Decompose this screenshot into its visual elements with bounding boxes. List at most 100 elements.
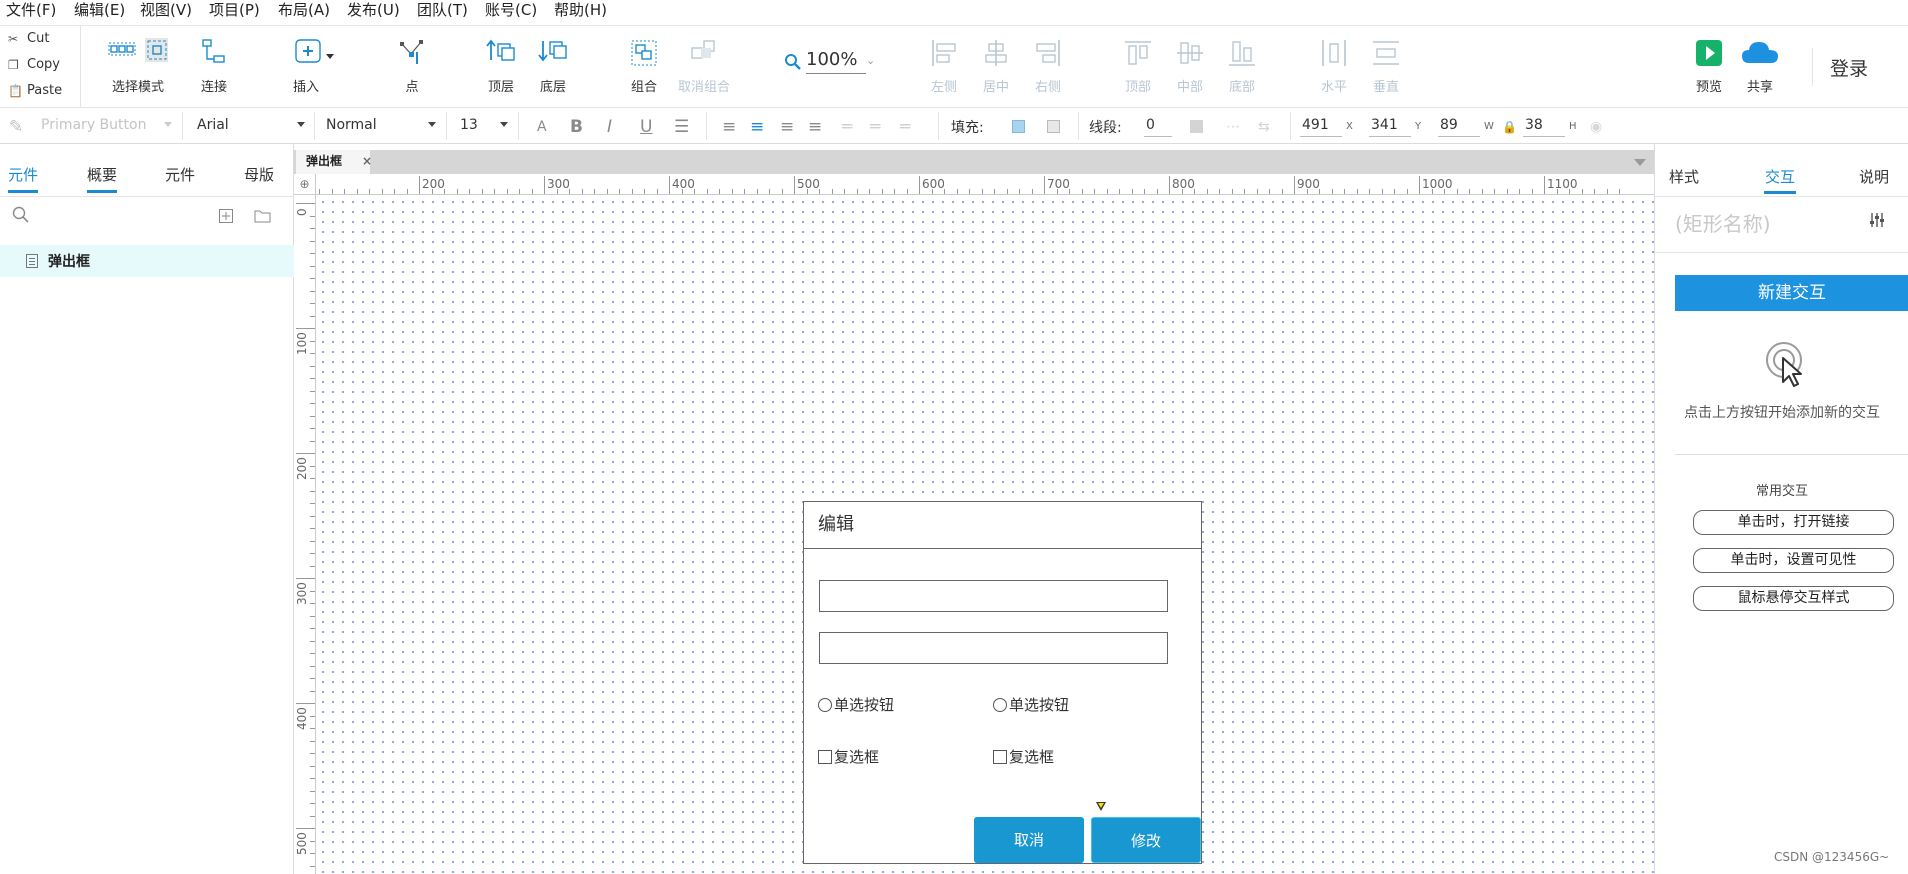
stroke-arrow-icon[interactable]: ⇆ xyxy=(1258,118,1270,136)
menu-view[interactable]: 视图(V) xyxy=(140,0,192,20)
font-size-select[interactable]: 13 xyxy=(460,117,478,133)
radio-option-1[interactable]: 单选按钮 xyxy=(818,694,894,715)
close-icon[interactable]: × xyxy=(362,155,372,167)
underline-icon[interactable]: U xyxy=(640,118,652,136)
page-list-item[interactable]: 弹出框 xyxy=(0,245,294,277)
menu-bar: 文件(F) 编辑(E) 视图(V) 项目(P) 布局(A) 发布(U) 团队(T… xyxy=(0,0,1908,26)
add-page-icon[interactable] xyxy=(219,208,233,227)
bring-front-label: 顶层 xyxy=(487,80,514,95)
align-text-right-icon[interactable]: ≡ xyxy=(780,118,794,136)
tab-interactions[interactable]: 交互 xyxy=(1765,166,1795,187)
align-text-center-icon[interactable]: ≡ xyxy=(750,118,764,136)
align-right-button[interactable]: 右侧 xyxy=(1030,26,1066,108)
distribute-horizontal-button[interactable]: 水平 xyxy=(1316,26,1352,108)
cancel-button[interactable]: 取消 xyxy=(974,817,1084,863)
settings-sliders-icon[interactable] xyxy=(1869,212,1885,232)
confirm-button[interactable]: 修改 xyxy=(1091,817,1201,863)
select-mode-button[interactable]: 选择模式 xyxy=(108,26,168,108)
group-button[interactable]: 组合 xyxy=(626,26,662,108)
visibility-eye-icon[interactable]: ◉ xyxy=(1590,118,1602,136)
fill-color-swatch[interactable] xyxy=(1012,120,1025,133)
dialog-text-field-1[interactable] xyxy=(819,580,1168,612)
menu-help[interactable]: 帮助(H) xyxy=(554,0,607,20)
ungroup-button[interactable]: 取消组合 xyxy=(678,26,730,108)
font-family-select[interactable]: Arial xyxy=(197,117,229,133)
stroke-pattern-icon[interactable]: ⋯ xyxy=(1226,118,1240,136)
menu-file[interactable]: 文件(F) xyxy=(6,0,56,20)
send-back-button[interactable]: 底层 xyxy=(536,26,570,108)
stroke-color-swatch[interactable] xyxy=(1190,120,1203,133)
x-input[interactable]: 491 xyxy=(1302,117,1329,133)
tab-notes[interactable]: 说明 xyxy=(1859,166,1889,187)
tab-list-chevron-icon[interactable] xyxy=(1634,159,1646,166)
align-left-button[interactable]: 左侧 xyxy=(926,26,962,108)
login-button[interactable]: 登录 xyxy=(1830,54,1890,81)
align-text-left-icon[interactable]: ≡ xyxy=(722,118,736,136)
valign-top-icon[interactable]: ═ xyxy=(842,118,852,136)
lock-icon[interactable]: 🔒 xyxy=(1502,118,1517,136)
new-interaction-button[interactable]: 新建交互 xyxy=(1675,275,1908,311)
tab-masters[interactable]: 母版 xyxy=(244,164,274,185)
cut-button[interactable]: ✂ Cut xyxy=(0,26,80,52)
menu-account[interactable]: 账号(C) xyxy=(485,0,537,20)
align-middle-button[interactable]: 中部 xyxy=(1172,26,1208,108)
ruler-label: 700 xyxy=(1047,177,1070,191)
tab-widgets[interactable]: 元件 xyxy=(165,164,195,185)
tab-style[interactable]: 样式 xyxy=(1669,166,1699,187)
menu-publish[interactable]: 发布(U) xyxy=(347,0,400,20)
shape-name-input[interactable]: (矩形名称) xyxy=(1675,208,1771,237)
width-input[interactable]: 89 xyxy=(1440,117,1458,133)
tab-outline[interactable]: 概要 xyxy=(87,164,117,185)
ruler-corner-crosshair-icon[interactable]: ⊕ xyxy=(294,174,316,195)
stroke-width-input[interactable]: 0 xyxy=(1146,117,1155,133)
on-click-open-link-button[interactable]: 单击时，打开链接 xyxy=(1693,510,1894,535)
copy-button[interactable]: ❐ Copy xyxy=(0,52,80,78)
share-label: 共享 xyxy=(1746,80,1773,95)
on-click-set-visibility-button[interactable]: 单击时，设置可见性 xyxy=(1693,548,1894,573)
y-input[interactable]: 341 xyxy=(1371,117,1398,133)
font-weight-select[interactable]: Normal xyxy=(326,117,377,133)
connect-button[interactable]: 连接 xyxy=(196,26,232,108)
zoom-control[interactable]: 100% ⌄ xyxy=(780,46,880,78)
radio-circle-icon xyxy=(818,698,832,712)
tab-pages[interactable]: 元件 xyxy=(8,164,38,185)
align-center-button[interactable]: 居中 xyxy=(978,26,1014,108)
checkbox-option-2[interactable]: 复选框 xyxy=(993,746,1054,767)
point-button[interactable]: 点 xyxy=(396,26,428,108)
radio-option-2[interactable]: 单选按钮 xyxy=(993,694,1069,715)
italic-icon[interactable]: I xyxy=(607,118,612,136)
dialog-divider xyxy=(804,548,1201,549)
distribute-vertical-button[interactable]: 垂直 xyxy=(1368,26,1404,108)
design-canvas[interactable]: 编辑 单选按钮 单选按钮 复选框 复选框 取消 修改 xyxy=(316,195,1654,874)
dialog-text-field-2[interactable] xyxy=(819,632,1168,664)
menu-layout[interactable]: 布局(A) xyxy=(278,0,330,20)
checkbox-option-1[interactable]: 复选框 xyxy=(818,746,879,767)
bring-front-button[interactable]: 顶层 xyxy=(484,26,518,108)
bold-icon[interactable]: B xyxy=(570,118,583,136)
valign-bottom-icon[interactable]: ═ xyxy=(900,118,910,136)
preview-button[interactable]: 预览 xyxy=(1692,26,1726,108)
align-top-button[interactable]: 顶部 xyxy=(1120,26,1156,108)
dialog-widget[interactable]: 编辑 单选按钮 单选按钮 复选框 复选框 取消 修改 xyxy=(803,501,1202,864)
left-panel: 元件 概要 元件 母版 弹出框 xyxy=(0,144,294,874)
menu-project[interactable]: 项目(P) xyxy=(209,0,260,20)
bullet-list-icon[interactable]: ☰ xyxy=(674,118,689,136)
valign-middle-icon[interactable]: ═ xyxy=(870,118,880,136)
align-bottom-button[interactable]: 底部 xyxy=(1224,26,1260,108)
menu-edit[interactable]: 编辑(E) xyxy=(74,0,125,20)
insert-button[interactable]: 插入 xyxy=(292,26,336,108)
style-select[interactable]: Primary Button xyxy=(41,117,146,133)
text-color-icon[interactable]: A xyxy=(537,118,547,136)
fill-shadow-swatch[interactable] xyxy=(1047,120,1060,133)
ruler-label: 200 xyxy=(422,177,445,191)
paste-button[interactable]: 📋 Paste xyxy=(0,78,80,104)
align-text-justify-icon[interactable]: ≡ xyxy=(808,118,822,136)
menu-team[interactable]: 团队(T) xyxy=(417,0,468,20)
add-folder-icon[interactable] xyxy=(254,208,271,227)
paste-label: Paste xyxy=(27,83,63,98)
search-icon[interactable] xyxy=(12,206,30,228)
mouse-hover-style-button[interactable]: 鼠标悬停交互样式 xyxy=(1693,586,1894,611)
share-button[interactable]: 共享 xyxy=(1740,26,1780,108)
height-input[interactable]: 38 xyxy=(1525,117,1543,133)
document-tab[interactable]: 弹出框 × xyxy=(296,150,372,174)
